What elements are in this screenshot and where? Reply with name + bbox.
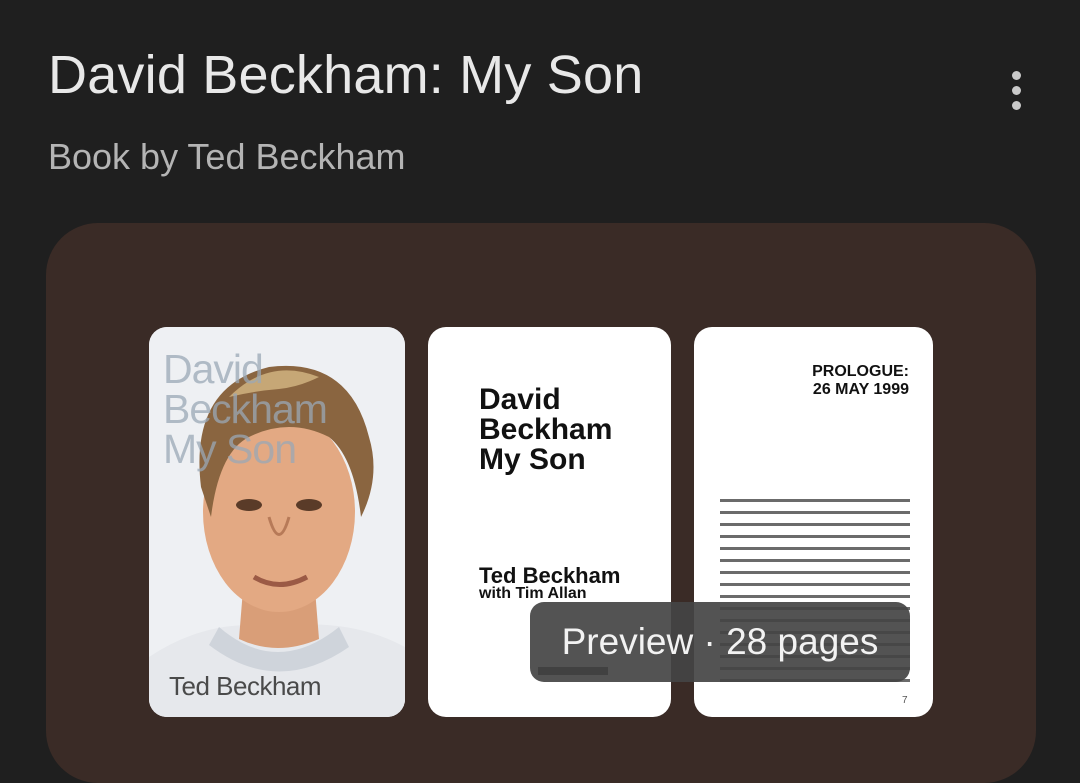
more-dot	[1011, 100, 1021, 110]
text-line	[720, 511, 910, 514]
text-line	[720, 547, 910, 550]
page-subtitle: Book by Ted Beckham	[48, 136, 406, 177]
book-cover-thumbnail[interactable]: David Beckham My Son Ted Beckham	[149, 327, 405, 717]
page-title: David Beckham: My Son	[48, 45, 644, 105]
cover-title-line: David	[163, 346, 264, 392]
text-line	[720, 559, 910, 562]
cover-title-line: Beckham	[163, 386, 328, 432]
text-line	[720, 523, 910, 526]
page-number: 7	[902, 695, 908, 706]
prologue-heading: PROLOGUE: 26 MAY 1999	[812, 363, 909, 398]
more-dot	[1011, 85, 1021, 95]
text-line	[720, 535, 910, 538]
text-line	[720, 595, 910, 598]
text-line	[720, 583, 910, 586]
cover-title: David Beckham My Son	[163, 346, 328, 472]
text-line	[720, 571, 910, 574]
cover-title-line: My Son	[163, 426, 297, 472]
cover-author: Ted Beckham	[169, 671, 322, 701]
more-vert-icon[interactable]	[994, 66, 1038, 114]
more-dot	[1011, 70, 1021, 80]
title-page-coauthor: with Tim Allan	[479, 585, 587, 602]
preview-button[interactable]: Preview · 28 pages	[530, 602, 910, 682]
title-page-title: David Beckham My Son	[479, 383, 613, 476]
text-line	[720, 499, 910, 502]
